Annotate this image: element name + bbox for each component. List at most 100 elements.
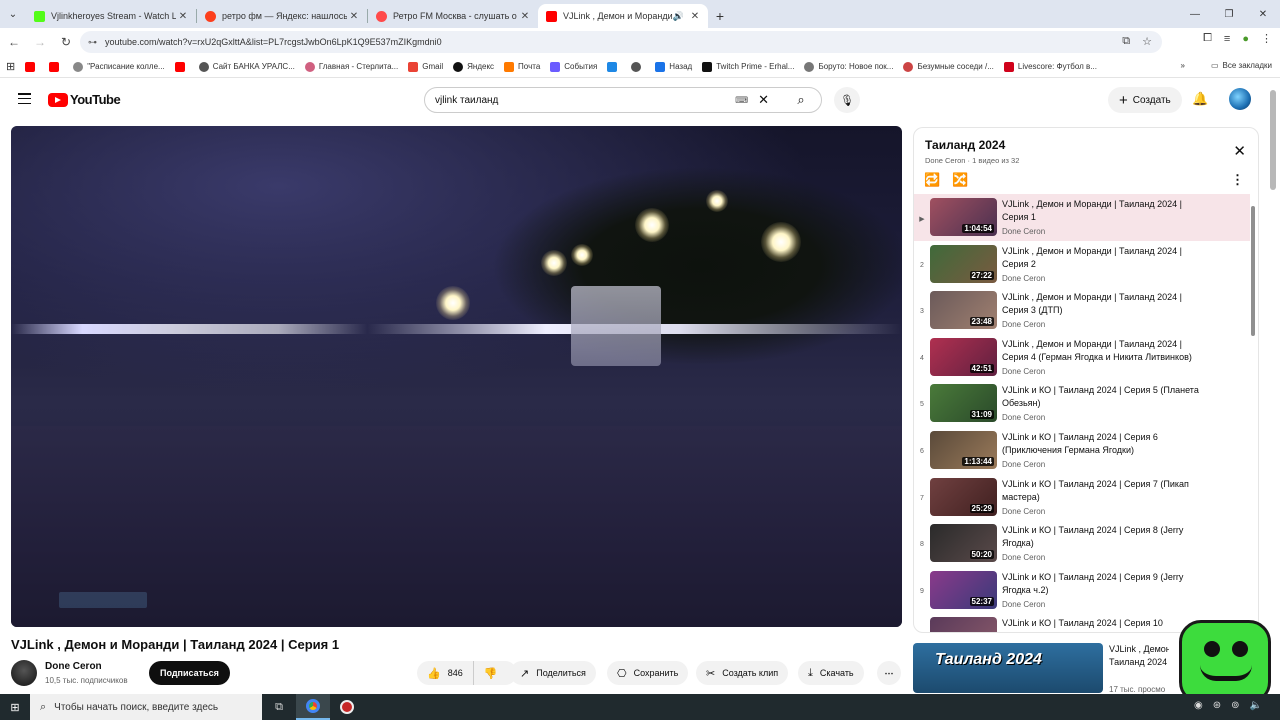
- address-bar[interactable]: ⊶ youtube.com/watch?v=rxU2qGxlttA&list=P…: [80, 31, 1162, 53]
- playlist-item[interactable]: 3 23:48 VJLink , Демон и Моранди | Таила…: [914, 287, 1250, 334]
- task-view-icon[interactable]: ⧉: [262, 694, 296, 720]
- recommended-video[interactable]: Таиланд 2024 VJLink , Демон Таиланд 2024 …: [913, 643, 1173, 694]
- bookmark-item[interactable]: [607, 61, 621, 72]
- playlist-menu-icon[interactable]: ⋮: [1231, 172, 1244, 188]
- bookmark-item[interactable]: Назад: [655, 61, 692, 72]
- download-button[interactable]: ⤓ Скачать: [798, 661, 864, 685]
- close-tab-icon[interactable]: ✕: [518, 11, 532, 22]
- bookmark-item[interactable]: Почта: [504, 61, 540, 72]
- app-taskbar-icon[interactable]: [330, 694, 364, 720]
- tray-icon[interactable]: ⊛: [1213, 700, 1221, 711]
- channel-avatar[interactable]: [11, 660, 37, 686]
- clear-search-icon[interactable]: ✕: [758, 92, 769, 108]
- bookmark-item[interactable]: Livescore: Футбол в...: [1003, 61, 1097, 72]
- close-tab-icon[interactable]: ✕: [688, 11, 702, 22]
- floating-assistant-icon[interactable]: [1179, 620, 1271, 704]
- new-tab-button[interactable]: +: [708, 4, 732, 28]
- notifications-bell-icon[interactable]: 🔔: [1192, 91, 1208, 107]
- browser-tab[interactable]: Vjlinkheroyes Stream - Watch L ✕: [26, 4, 196, 28]
- minimize-icon[interactable]: —: [1178, 0, 1212, 28]
- extensions-icon[interactable]: ⧠: [1203, 32, 1212, 45]
- duration-badge: 31:09: [969, 410, 994, 420]
- playlist-item[interactable]: 8 50:20 VJLink и КО | Таиланд 2024 | Сер…: [914, 520, 1250, 567]
- loop-icon[interactable]: 🔁: [924, 172, 940, 188]
- site-info-icon[interactable]: ⊶: [88, 37, 97, 48]
- volume-icon[interactable]: 🔈: [1250, 700, 1262, 711]
- bookmark-item[interactable]: Twitch Prime - Erhal...: [702, 61, 794, 72]
- forward-arrow-icon[interactable]: →: [28, 30, 52, 54]
- playlist-item[interactable]: 9 52:37 VJLink и КО | Таиланд 2024 | Сер…: [914, 567, 1250, 614]
- playlist-item-channel: Done Ceron: [1002, 553, 1046, 563]
- bookmark-item[interactable]: Gmail: [408, 61, 443, 72]
- playlist-item-current[interactable]: ▶ 1:04:54 VJLink , Демон и Моранди | Таи…: [914, 194, 1250, 241]
- playlist-scrollbar[interactable]: [1251, 206, 1255, 336]
- tray-app-icon[interactable]: ◉: [1194, 700, 1203, 711]
- media-controls-icon[interactable]: ≡: [1224, 33, 1230, 45]
- save-button[interactable]: ⎔ Сохранить: [607, 661, 689, 685]
- bookmark-icon: ⎔: [617, 667, 627, 680]
- bookmark-item[interactable]: "Расписание коллe...: [73, 61, 165, 72]
- video-player[interactable]: [11, 126, 902, 627]
- channel-name[interactable]: Done Ceron: [45, 661, 102, 672]
- tab-search-chevron-icon[interactable]: ⌄: [0, 0, 26, 28]
- bookmark-item[interactable]: Безумные соседи /...: [903, 61, 994, 72]
- browser-tab[interactable]: ретро фм — Яндекс: нашлось ✕: [197, 4, 367, 28]
- bookmark-star-icon[interactable]: ☆: [1142, 35, 1152, 48]
- browser-tab[interactable]: Ретро FM Москва - слушать о ✕: [368, 4, 538, 28]
- subscribe-button[interactable]: Подписаться: [149, 661, 230, 685]
- dislike-button[interactable]: 👎: [474, 661, 508, 685]
- playlist-item[interactable]: 5 31:09 VJLink и КО | Таиланд 2024 | Сер…: [914, 380, 1250, 427]
- close-tab-icon[interactable]: ✕: [347, 11, 361, 22]
- apps-grid-icon[interactable]: ⊞: [6, 60, 15, 73]
- search-box[interactable]: vjlink таиланд ⌨ ✕ ⌕: [424, 87, 822, 113]
- close-playlist-icon[interactable]: ✕: [1233, 142, 1246, 160]
- like-button[interactable]: 👍 846: [417, 661, 474, 685]
- search-input[interactable]: vjlink таиланд: [435, 95, 735, 106]
- speaker-icon[interactable]: 🔊: [673, 11, 684, 22]
- shuffle-icon[interactable]: 🔀: [952, 172, 968, 188]
- account-avatar[interactable]: [1229, 88, 1251, 110]
- bookmark-item[interactable]: [174, 61, 189, 72]
- browser-tab-active[interactable]: VJLink , Демон и Моранди 🔊 ✕: [538, 4, 708, 28]
- bookmark-item[interactable]: [49, 61, 63, 72]
- back-arrow-icon[interactable]: ←: [2, 30, 26, 54]
- bookmark-item[interactable]: Главная - Стерлита...: [304, 61, 398, 72]
- youtube-logo[interactable]: YouTube: [48, 92, 121, 107]
- windows-start-icon[interactable]: ⊞: [0, 694, 30, 720]
- keyboard-icon[interactable]: ⌨: [735, 95, 748, 106]
- bookmark-item[interactable]: События: [550, 61, 597, 72]
- share-button[interactable]: ↗ Поделиться: [510, 661, 596, 685]
- clip-button[interactable]: ✂ Создать клип: [696, 661, 789, 685]
- hamburger-menu-icon[interactable]: [18, 93, 31, 104]
- restore-icon[interactable]: ❐: [1212, 0, 1246, 28]
- duration-badge: 52:37: [969, 596, 994, 606]
- search-button[interactable]: ⌕: [781, 88, 821, 112]
- bookmark-item[interactable]: Сайт БАНКА УРАЛС...: [198, 61, 295, 72]
- more-dots-icon: ⋯: [884, 667, 894, 678]
- close-window-icon[interactable]: ✕: [1246, 0, 1280, 28]
- profile-extension-icon[interactable]: ●: [1242, 33, 1249, 45]
- create-button[interactable]: + Создать: [1108, 87, 1182, 113]
- playlist-title[interactable]: Таиланд 2024: [925, 138, 1005, 152]
- bookmark-item[interactable]: Яндекс: [453, 61, 494, 72]
- bookmark-item[interactable]: [25, 61, 39, 72]
- taskbar-search[interactable]: ⌕ Чтобы начать поиск, введите здесь: [30, 694, 262, 720]
- bookmark-item[interactable]: Боруто: Новое пок...: [804, 61, 893, 72]
- playlist-item[interactable]: 2 27:22 VJLink , Демон и Моранди | Таила…: [914, 241, 1250, 288]
- voice-search-mic-icon[interactable]: 🎙: [834, 87, 860, 113]
- playlist-item[interactable]: 7 25:29 VJLink и КО | Таиланд 2024 | Сер…: [914, 474, 1250, 521]
- install-app-icon[interactable]: ⧉: [1122, 35, 1130, 48]
- assistant-eye: [1232, 641, 1248, 657]
- playlist-item[interactable]: 6 1:13:44 VJLink и КО | Таиланд 2024 | С…: [914, 427, 1250, 474]
- bookmark-item[interactable]: [631, 61, 645, 72]
- browser-menu-icon[interactable]: ⋮: [1261, 32, 1272, 45]
- close-tab-icon[interactable]: ✕: [176, 11, 190, 22]
- page-scrollbar[interactable]: [1270, 90, 1276, 190]
- all-bookmarks-button[interactable]: » ▭ Все закладки: [1181, 61, 1272, 70]
- tray-icon[interactable]: ⊚: [1231, 700, 1239, 711]
- reload-icon[interactable]: ↻: [54, 30, 78, 54]
- more-actions-button[interactable]: ⋯: [877, 661, 901, 685]
- playlist-item[interactable]: 4 42:51 VJLink , Демон и Моранди | Таила…: [914, 334, 1250, 381]
- window-controls: — ❐ ✕: [1178, 0, 1280, 28]
- chrome-taskbar-icon[interactable]: [296, 694, 330, 720]
